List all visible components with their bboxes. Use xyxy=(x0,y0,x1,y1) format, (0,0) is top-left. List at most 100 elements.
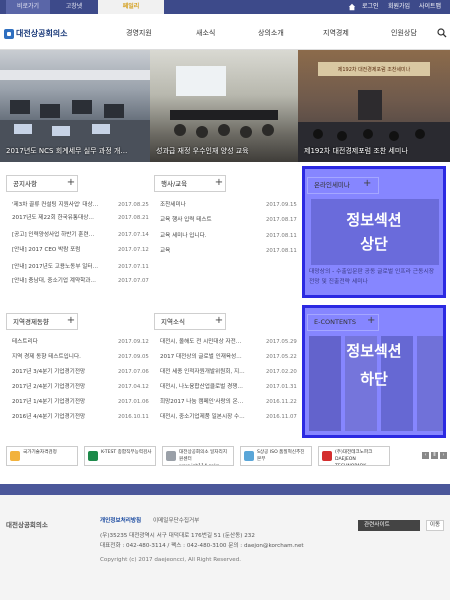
trend-item-1[interactable]: 테스트리다 xyxy=(12,337,117,347)
banner-pause-icon[interactable]: Ⅱ xyxy=(431,452,438,459)
banner-5[interactable]: (주)대전테크노파크 DAEJEON TECHNOPARK xyxy=(318,446,390,466)
news-date-5: 2016.11.22 xyxy=(266,399,297,405)
news-item-4[interactable]: 대전시, 나노융합산업클로벌 경쟁… xyxy=(160,382,260,392)
banner-next-icon[interactable]: › xyxy=(440,452,447,459)
events-more-icon[interactable]: + xyxy=(212,175,226,192)
banner-4-text: S상공 ISO 품질혁신추진본부 xyxy=(257,450,305,462)
banner-3[interactable]: 대전상공회의소 일자리지원센터 www.job114.or.kr xyxy=(162,446,234,466)
banner-2-icon xyxy=(88,451,98,461)
notice-item-1[interactable]: '제3차 끌류 컨설팅 지원사업' 대상… xyxy=(12,200,117,210)
hero-slide-3[interactable]: 제192차 대전경제포럼 조찬세미나 제192차 대전경제포럼 조찬 세미나 xyxy=(298,50,450,162)
news-date-3: 2017.02.20 xyxy=(266,369,297,375)
info-section-bottom[interactable]: E-CONTENTS + 정보섹션 하단 xyxy=(302,305,446,438)
hero-banner-text: 제192차 대전경제포럼 조찬세미나 xyxy=(337,67,411,73)
banner-3-icon xyxy=(166,451,176,461)
hero-slide-2[interactable]: 성과급 재정 우수인재 양성 교육 xyxy=(150,50,298,162)
footer-privacy-link[interactable]: 개인정보처리방침 xyxy=(100,517,141,525)
banner-5-icon xyxy=(322,451,332,461)
trend-item-6[interactable]: 2016년 4/4분기 기업경기전망 xyxy=(12,412,117,422)
nav-item-3[interactable]: 상의소개 xyxy=(258,22,284,44)
trend-date-3: 2017.07.06 xyxy=(118,369,149,375)
notice-date-1: 2017.08.25 xyxy=(118,202,149,208)
events-item-3[interactable]: 교육 세미나 입니다. xyxy=(160,231,260,241)
econtents-more-icon[interactable]: + xyxy=(367,315,375,326)
login-link[interactable]: 로그인 xyxy=(362,0,379,14)
notice-item-6[interactable]: [안내] 충남대, 중소기업 계약학과… xyxy=(12,276,117,286)
info-top-label-2: 상단 xyxy=(360,236,388,253)
site-logo[interactable]: 대전상공회의소 xyxy=(4,27,84,40)
banner-2[interactable]: K-TEST 종합직무능력검사 xyxy=(84,446,156,466)
footer-email-reject-link[interactable]: 이메일무단수집거부 xyxy=(153,517,199,525)
notice-item-5[interactable]: [안내] 2017년도 고용노동부 일터… xyxy=(12,262,117,272)
news-item-6[interactable]: 대전시, 중소기업제품 일본시장 수… xyxy=(160,412,260,422)
banner-prev-icon[interactable]: ‹ xyxy=(422,452,429,459)
search-icon[interactable] xyxy=(437,28,447,38)
hero-caption-2: 성과급 재정 우수인재 양성 교육 xyxy=(156,147,249,155)
sitemap-link[interactable]: 사이트맵 xyxy=(419,0,441,14)
events-item-2[interactable]: 교육 행사 입력 테스트 xyxy=(160,215,260,225)
events-date-4: 2017.08.11 xyxy=(266,248,297,254)
footer-copyright: Copyright (c) 2017 daejeoncci, All Right… xyxy=(100,557,242,563)
news-item-1[interactable]: 대전시, 올해도 전 시민대상 자전… xyxy=(160,337,260,347)
trend-item-5[interactable]: 2017년 1/4분기 기업경기전망 xyxy=(12,397,117,407)
news-date-4: 2017.01.31 xyxy=(266,384,297,390)
news-date-6: 2016.11.07 xyxy=(266,414,297,420)
notice-more-icon[interactable]: + xyxy=(64,175,78,192)
footer-address: (우)35235 대전광역시 서구 대덕대로 176번길 51 (둔산동) 23… xyxy=(100,533,255,539)
trend-item-4[interactable]: 2017년 2/4분기 기업경기전망 xyxy=(12,382,117,392)
banner-5-text: (주)대전테크노파크 DAEJEON TECHNOPARK xyxy=(335,450,373,465)
related-sites-select[interactable]: 관련사이트 xyxy=(358,520,420,531)
info-bottom-label-1: 정보섹션 xyxy=(346,343,402,360)
info-top-label-1: 정보섹션 xyxy=(346,212,402,229)
nav-item-5[interactable]: 인원상담 xyxy=(391,22,417,44)
events-date-2: 2017.08.17 xyxy=(266,217,297,223)
banner-4-icon xyxy=(244,451,254,461)
seminar-snippet[interactable]: 대망상의 - 수출입문판 공동 글로벌 인프라 근동시장 전망 및 진출전략 세… xyxy=(309,267,441,287)
top-tab-3[interactable]: 페일리 xyxy=(98,0,164,14)
news-item-2[interactable]: 2017 대전상의 글로벌 인재육성… xyxy=(160,352,260,362)
trend-date-2: 2017.09.05 xyxy=(118,354,149,360)
top-tab-2[interactable]: 고창넷 xyxy=(52,0,96,14)
trend-date-6: 2016.10.11 xyxy=(118,414,149,420)
hero-caption-3: 제192차 대전경제포럼 조찬 세미나 xyxy=(304,147,408,155)
notice-date-3: 2017.07.14 xyxy=(118,232,149,238)
notice-date-2: 2017.08.21 xyxy=(118,215,149,221)
nav-item-2[interactable]: 새소식 xyxy=(196,22,215,44)
logo-mark-icon xyxy=(4,28,14,39)
notice-date-4: 2017.07.12 xyxy=(118,247,149,253)
notice-item-4[interactable]: [안내] 2017 CEO 박람 포럼 xyxy=(12,245,117,255)
related-go-button[interactable]: 이동 xyxy=(426,520,444,531)
banner-2-text: K-TEST 종합직무능력검사 xyxy=(101,450,152,455)
info-bottom-label-2: 하단 xyxy=(360,371,388,388)
signup-link[interactable]: 회원가입 xyxy=(388,0,410,14)
nav-item-4[interactable]: 지역경제 xyxy=(323,22,349,44)
news-item-5[interactable]: 희망2017 나눔 캠페인'사랑의 온… xyxy=(160,397,260,407)
banner-4[interactable]: S상공 ISO 품질혁신추진본부 xyxy=(240,446,312,466)
logo-text: 대전상공회의소 xyxy=(16,29,68,38)
notice-date-6: 2017.07.07 xyxy=(118,278,149,284)
events-date-1: 2017.09.15 xyxy=(266,202,297,208)
events-item-4[interactable]: 교육 xyxy=(160,246,260,256)
events-item-1[interactable]: 조찬세미나 xyxy=(160,200,260,210)
hero-caption-1: 2017년도 NCS 회계세무 실무 과정 개… xyxy=(6,147,128,155)
banner-1-text: 국가기술자격검정 xyxy=(23,450,57,455)
news-more-icon[interactable]: + xyxy=(212,313,226,330)
nav-item-1[interactable]: 경영지원 xyxy=(126,22,152,44)
top-tab-1[interactable]: 비로가기 xyxy=(6,0,50,14)
banner-1[interactable]: 국가기술자격검정 xyxy=(6,446,78,466)
trend-item-3[interactable]: 2017년 3/4분기 기업경기전망 xyxy=(12,367,117,377)
notice-item-2[interactable]: 2017년도 제22회 한국유통대상… xyxy=(12,213,117,223)
info-section-top[interactable]: 온라인세미나 + 정보섹션 상단 대망상의 - 수출입문판 공동 글로벌 인프라… xyxy=(302,166,446,298)
hero-slide-1[interactable]: 2017년도 NCS 회계세무 실무 과정 개… xyxy=(0,50,150,162)
footer-phone: 대표전화 : 042-480-3114 / 팩스 : 042-480-3100 … xyxy=(100,543,304,549)
news-date-1: 2017.05.29 xyxy=(266,339,297,345)
news-item-3[interactable]: 대전 세종 인적자원개발위원회, 지… xyxy=(160,367,260,377)
trend-item-2[interactable]: 지역 경제 동향 테스트입니다. xyxy=(12,352,117,362)
banner-1-icon xyxy=(10,451,20,461)
trend-more-icon[interactable]: + xyxy=(64,313,78,330)
trend-date-5: 2017.01.06 xyxy=(118,399,149,405)
home-icon[interactable] xyxy=(348,3,356,11)
notice-date-5: 2017.07.11 xyxy=(118,264,149,270)
notice-item-3[interactable]: [공고] 인력양성사업 하반기 훈련… xyxy=(12,230,117,240)
seminar-more-icon[interactable]: + xyxy=(363,178,371,189)
